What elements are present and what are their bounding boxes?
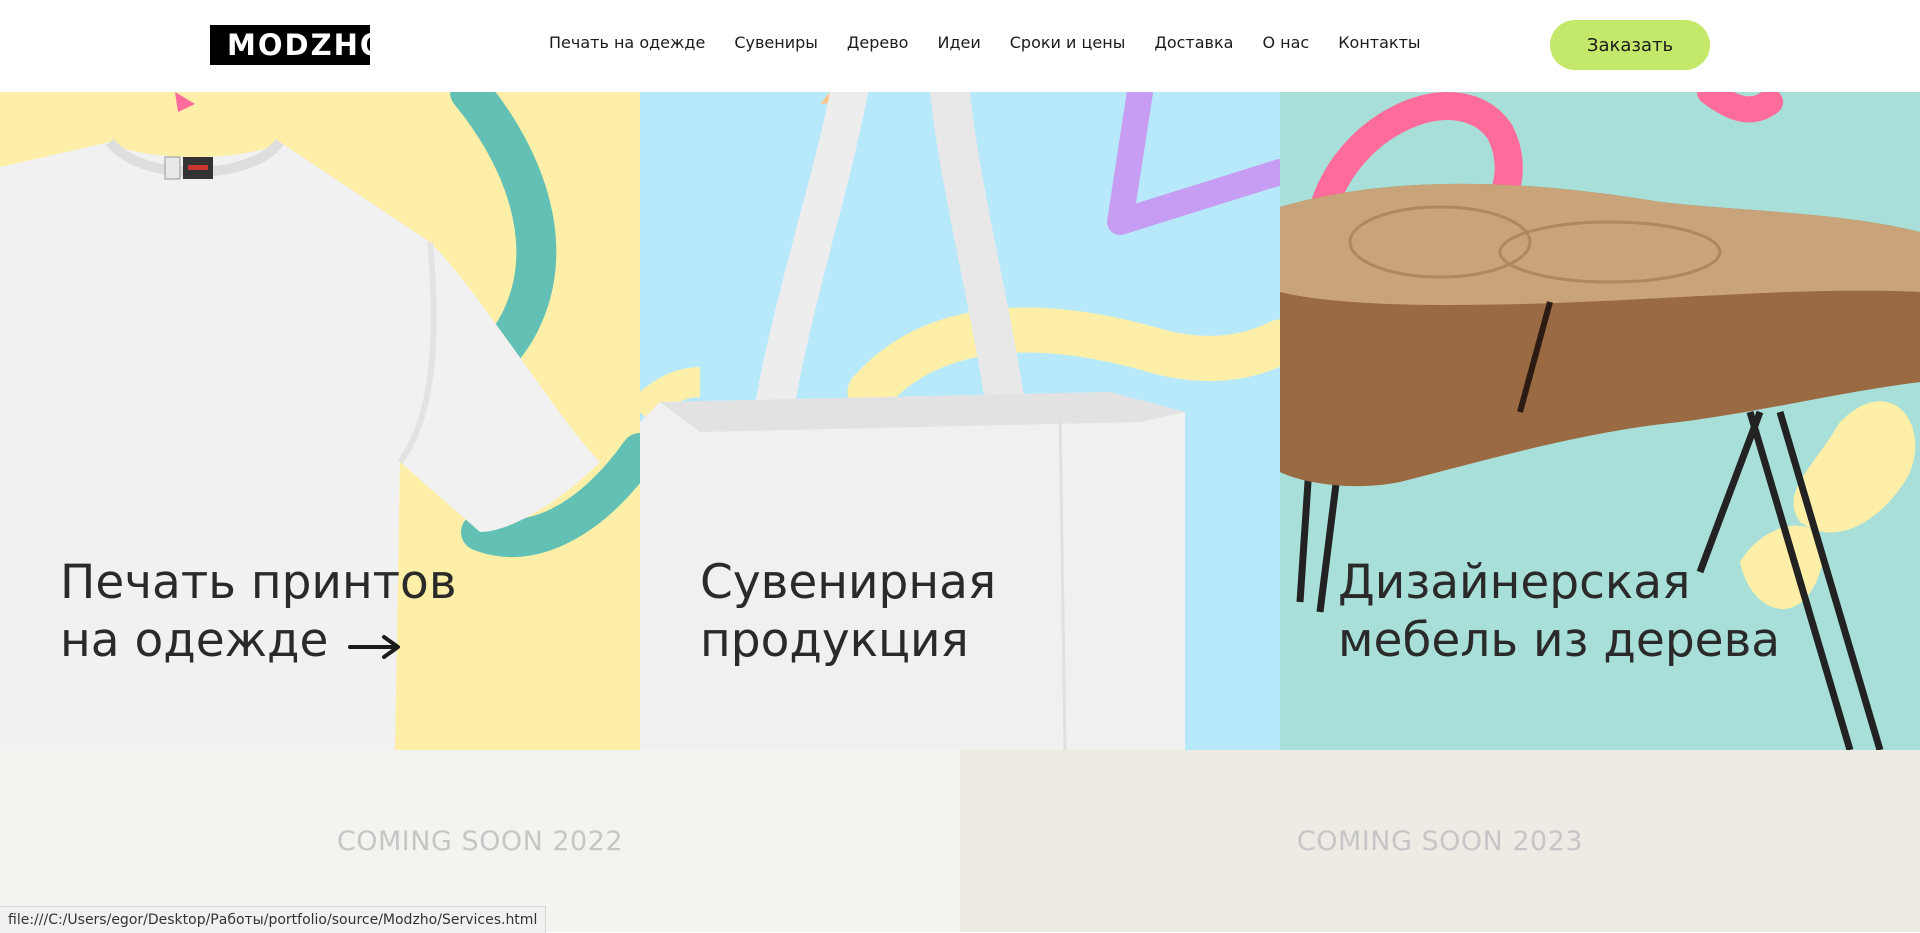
nav-item-wood[interactable]: Дерево <box>847 33 909 52</box>
nav-item-contacts[interactable]: Контакты <box>1338 33 1420 52</box>
coming-soon-2023: COMING SOON 2023 <box>960 750 1920 932</box>
service-card-souvenirs[interactable]: Сувенирная продукция <box>640 92 1280 750</box>
browser-status-bar: file:///C:/Users/egor/Desktop/Работы/por… <box>0 906 547 933</box>
arrow-right-icon <box>348 615 402 673</box>
nav-item-terms-prices[interactable]: Сроки и цены <box>1010 33 1126 52</box>
coming-soon-2022: COMING SOON 2022 <box>0 750 960 932</box>
site-header: MODZHO Печать на одежде Сувениры Дерево … <box>0 0 1920 92</box>
card-title: Печать принтов на одежде <box>60 554 457 673</box>
service-card-furniture[interactable]: Дизайнерская мебель из дерева <box>1280 92 1920 750</box>
logo[interactable]: MODZHO <box>210 25 370 65</box>
order-button[interactable]: Заказать <box>1550 20 1710 70</box>
nav-item-souvenirs[interactable]: Сувениры <box>734 33 818 52</box>
card-title: Дизайнерская мебель из дерева <box>1338 555 1781 668</box>
card-title: Сувенирная продукция <box>700 555 997 668</box>
nav-item-delivery[interactable]: Доставка <box>1154 33 1233 52</box>
logo-text: MODZHO <box>227 28 370 62</box>
nav-item-about[interactable]: О нас <box>1262 33 1309 52</box>
nav-item-clothing-print[interactable]: Печать на одежде <box>549 33 705 52</box>
service-card-clothing[interactable]: Печать принтов на одежде <box>0 92 640 750</box>
main-nav: Печать на одежде Сувениры Дерево Идеи Ср… <box>549 33 1421 52</box>
nav-item-ideas[interactable]: Идеи <box>937 33 980 52</box>
